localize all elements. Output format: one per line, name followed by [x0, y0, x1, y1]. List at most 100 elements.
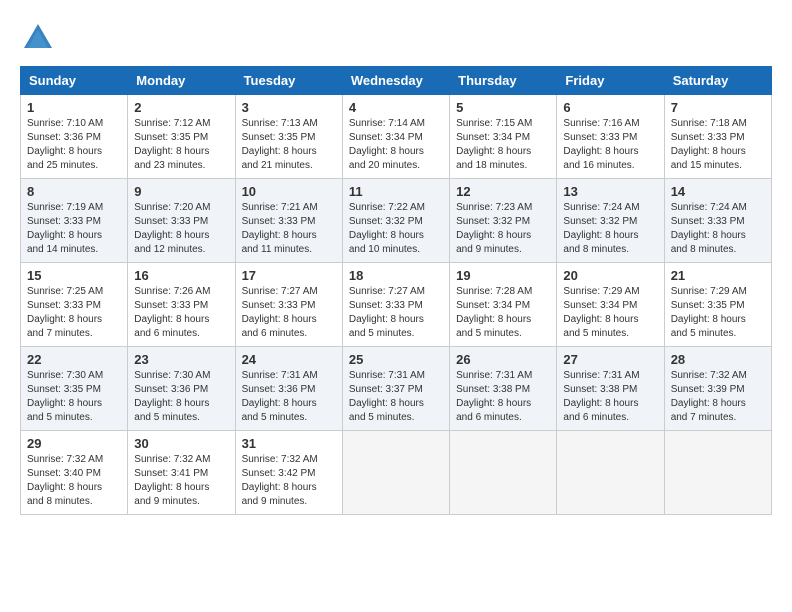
day-number: 20 — [563, 268, 657, 283]
day-info: Sunrise: 7:22 AM Sunset: 3:32 PM Dayligh… — [349, 201, 443, 257]
day-number: 25 — [349, 352, 443, 367]
day-number: 26 — [456, 352, 550, 367]
calendar-cell: 13 Sunrise: 7:24 AM Sunset: 3:32 PM Dayl… — [557, 179, 664, 263]
calendar-cell: 16 Sunrise: 7:26 AM Sunset: 3:33 PM Dayl… — [128, 263, 235, 347]
calendar-cell: 21 Sunrise: 7:29 AM Sunset: 3:35 PM Dayl… — [664, 263, 771, 347]
day-number: 16 — [134, 268, 228, 283]
day-number: 1 — [27, 100, 121, 115]
day-number: 30 — [134, 436, 228, 451]
calendar-cell: 14 Sunrise: 7:24 AM Sunset: 3:33 PM Dayl… — [664, 179, 771, 263]
day-number: 9 — [134, 184, 228, 199]
col-monday: Monday — [128, 67, 235, 95]
calendar-table: Sunday Monday Tuesday Wednesday Thursday… — [20, 66, 772, 515]
day-info: Sunrise: 7:31 AM Sunset: 3:38 PM Dayligh… — [456, 369, 550, 425]
day-info: Sunrise: 7:31 AM Sunset: 3:38 PM Dayligh… — [563, 369, 657, 425]
col-wednesday: Wednesday — [342, 67, 449, 95]
calendar-cell — [342, 431, 449, 515]
day-info: Sunrise: 7:19 AM Sunset: 3:33 PM Dayligh… — [27, 201, 121, 257]
day-info: Sunrise: 7:20 AM Sunset: 3:33 PM Dayligh… — [134, 201, 228, 257]
calendar-cell: 11 Sunrise: 7:22 AM Sunset: 3:32 PM Dayl… — [342, 179, 449, 263]
day-number: 2 — [134, 100, 228, 115]
calendar-cell: 3 Sunrise: 7:13 AM Sunset: 3:35 PM Dayli… — [235, 95, 342, 179]
day-info: Sunrise: 7:23 AM Sunset: 3:32 PM Dayligh… — [456, 201, 550, 257]
calendar-cell: 27 Sunrise: 7:31 AM Sunset: 3:38 PM Dayl… — [557, 347, 664, 431]
page-header — [20, 20, 772, 56]
calendar-cell: 20 Sunrise: 7:29 AM Sunset: 3:34 PM Dayl… — [557, 263, 664, 347]
day-number: 14 — [671, 184, 765, 199]
day-info: Sunrise: 7:27 AM Sunset: 3:33 PM Dayligh… — [349, 285, 443, 341]
calendar-cell — [557, 431, 664, 515]
day-info: Sunrise: 7:14 AM Sunset: 3:34 PM Dayligh… — [349, 117, 443, 173]
day-info: Sunrise: 7:18 AM Sunset: 3:33 PM Dayligh… — [671, 117, 765, 173]
day-info: Sunrise: 7:29 AM Sunset: 3:34 PM Dayligh… — [563, 285, 657, 341]
calendar-cell: 1 Sunrise: 7:10 AM Sunset: 3:36 PM Dayli… — [21, 95, 128, 179]
calendar-week-row: 1 Sunrise: 7:10 AM Sunset: 3:36 PM Dayli… — [21, 95, 772, 179]
logo — [20, 20, 60, 56]
day-number: 15 — [27, 268, 121, 283]
calendar-cell: 4 Sunrise: 7:14 AM Sunset: 3:34 PM Dayli… — [342, 95, 449, 179]
day-info: Sunrise: 7:29 AM Sunset: 3:35 PM Dayligh… — [671, 285, 765, 341]
day-number: 13 — [563, 184, 657, 199]
day-info: Sunrise: 7:31 AM Sunset: 3:36 PM Dayligh… — [242, 369, 336, 425]
day-number: 3 — [242, 100, 336, 115]
calendar-cell: 25 Sunrise: 7:31 AM Sunset: 3:37 PM Dayl… — [342, 347, 449, 431]
calendar-cell: 15 Sunrise: 7:25 AM Sunset: 3:33 PM Dayl… — [21, 263, 128, 347]
day-info: Sunrise: 7:30 AM Sunset: 3:36 PM Dayligh… — [134, 369, 228, 425]
day-info: Sunrise: 7:30 AM Sunset: 3:35 PM Dayligh… — [27, 369, 121, 425]
day-number: 31 — [242, 436, 336, 451]
day-info: Sunrise: 7:12 AM Sunset: 3:35 PM Dayligh… — [134, 117, 228, 173]
day-info: Sunrise: 7:32 AM Sunset: 3:41 PM Dayligh… — [134, 453, 228, 509]
col-thursday: Thursday — [450, 67, 557, 95]
calendar-cell: 6 Sunrise: 7:16 AM Sunset: 3:33 PM Dayli… — [557, 95, 664, 179]
calendar-cell: 22 Sunrise: 7:30 AM Sunset: 3:35 PM Dayl… — [21, 347, 128, 431]
day-info: Sunrise: 7:31 AM Sunset: 3:37 PM Dayligh… — [349, 369, 443, 425]
day-number: 11 — [349, 184, 443, 199]
calendar-cell: 31 Sunrise: 7:32 AM Sunset: 3:42 PM Dayl… — [235, 431, 342, 515]
calendar-week-row: 8 Sunrise: 7:19 AM Sunset: 3:33 PM Dayli… — [21, 179, 772, 263]
day-number: 10 — [242, 184, 336, 199]
calendar-cell: 30 Sunrise: 7:32 AM Sunset: 3:41 PM Dayl… — [128, 431, 235, 515]
calendar-cell: 24 Sunrise: 7:31 AM Sunset: 3:36 PM Dayl… — [235, 347, 342, 431]
calendar-cell: 26 Sunrise: 7:31 AM Sunset: 3:38 PM Dayl… — [450, 347, 557, 431]
calendar-cell: 12 Sunrise: 7:23 AM Sunset: 3:32 PM Dayl… — [450, 179, 557, 263]
day-info: Sunrise: 7:24 AM Sunset: 3:32 PM Dayligh… — [563, 201, 657, 257]
day-number: 8 — [27, 184, 121, 199]
calendar-cell: 19 Sunrise: 7:28 AM Sunset: 3:34 PM Dayl… — [450, 263, 557, 347]
day-number: 7 — [671, 100, 765, 115]
day-number: 4 — [349, 100, 443, 115]
day-number: 12 — [456, 184, 550, 199]
calendar-cell — [450, 431, 557, 515]
col-tuesday: Tuesday — [235, 67, 342, 95]
calendar-cell: 9 Sunrise: 7:20 AM Sunset: 3:33 PM Dayli… — [128, 179, 235, 263]
calendar-cell: 29 Sunrise: 7:32 AM Sunset: 3:40 PM Dayl… — [21, 431, 128, 515]
calendar-cell: 18 Sunrise: 7:27 AM Sunset: 3:33 PM Dayl… — [342, 263, 449, 347]
day-info: Sunrise: 7:24 AM Sunset: 3:33 PM Dayligh… — [671, 201, 765, 257]
calendar-cell: 10 Sunrise: 7:21 AM Sunset: 3:33 PM Dayl… — [235, 179, 342, 263]
day-number: 21 — [671, 268, 765, 283]
calendar-week-row: 15 Sunrise: 7:25 AM Sunset: 3:33 PM Dayl… — [21, 263, 772, 347]
day-info: Sunrise: 7:21 AM Sunset: 3:33 PM Dayligh… — [242, 201, 336, 257]
day-info: Sunrise: 7:32 AM Sunset: 3:42 PM Dayligh… — [242, 453, 336, 509]
calendar-cell: 5 Sunrise: 7:15 AM Sunset: 3:34 PM Dayli… — [450, 95, 557, 179]
col-saturday: Saturday — [664, 67, 771, 95]
logo-icon — [20, 20, 56, 56]
calendar-cell — [664, 431, 771, 515]
day-info: Sunrise: 7:32 AM Sunset: 3:39 PM Dayligh… — [671, 369, 765, 425]
col-friday: Friday — [557, 67, 664, 95]
calendar-week-row: 22 Sunrise: 7:30 AM Sunset: 3:35 PM Dayl… — [21, 347, 772, 431]
col-sunday: Sunday — [21, 67, 128, 95]
calendar-cell: 28 Sunrise: 7:32 AM Sunset: 3:39 PM Dayl… — [664, 347, 771, 431]
day-number: 6 — [563, 100, 657, 115]
day-info: Sunrise: 7:27 AM Sunset: 3:33 PM Dayligh… — [242, 285, 336, 341]
day-number: 22 — [27, 352, 121, 367]
day-number: 17 — [242, 268, 336, 283]
calendar-cell: 7 Sunrise: 7:18 AM Sunset: 3:33 PM Dayli… — [664, 95, 771, 179]
calendar-cell: 8 Sunrise: 7:19 AM Sunset: 3:33 PM Dayli… — [21, 179, 128, 263]
day-info: Sunrise: 7:10 AM Sunset: 3:36 PM Dayligh… — [27, 117, 121, 173]
day-info: Sunrise: 7:13 AM Sunset: 3:35 PM Dayligh… — [242, 117, 336, 173]
day-info: Sunrise: 7:25 AM Sunset: 3:33 PM Dayligh… — [27, 285, 121, 341]
day-number: 27 — [563, 352, 657, 367]
day-info: Sunrise: 7:16 AM Sunset: 3:33 PM Dayligh… — [563, 117, 657, 173]
day-info: Sunrise: 7:15 AM Sunset: 3:34 PM Dayligh… — [456, 117, 550, 173]
calendar-cell: 2 Sunrise: 7:12 AM Sunset: 3:35 PM Dayli… — [128, 95, 235, 179]
